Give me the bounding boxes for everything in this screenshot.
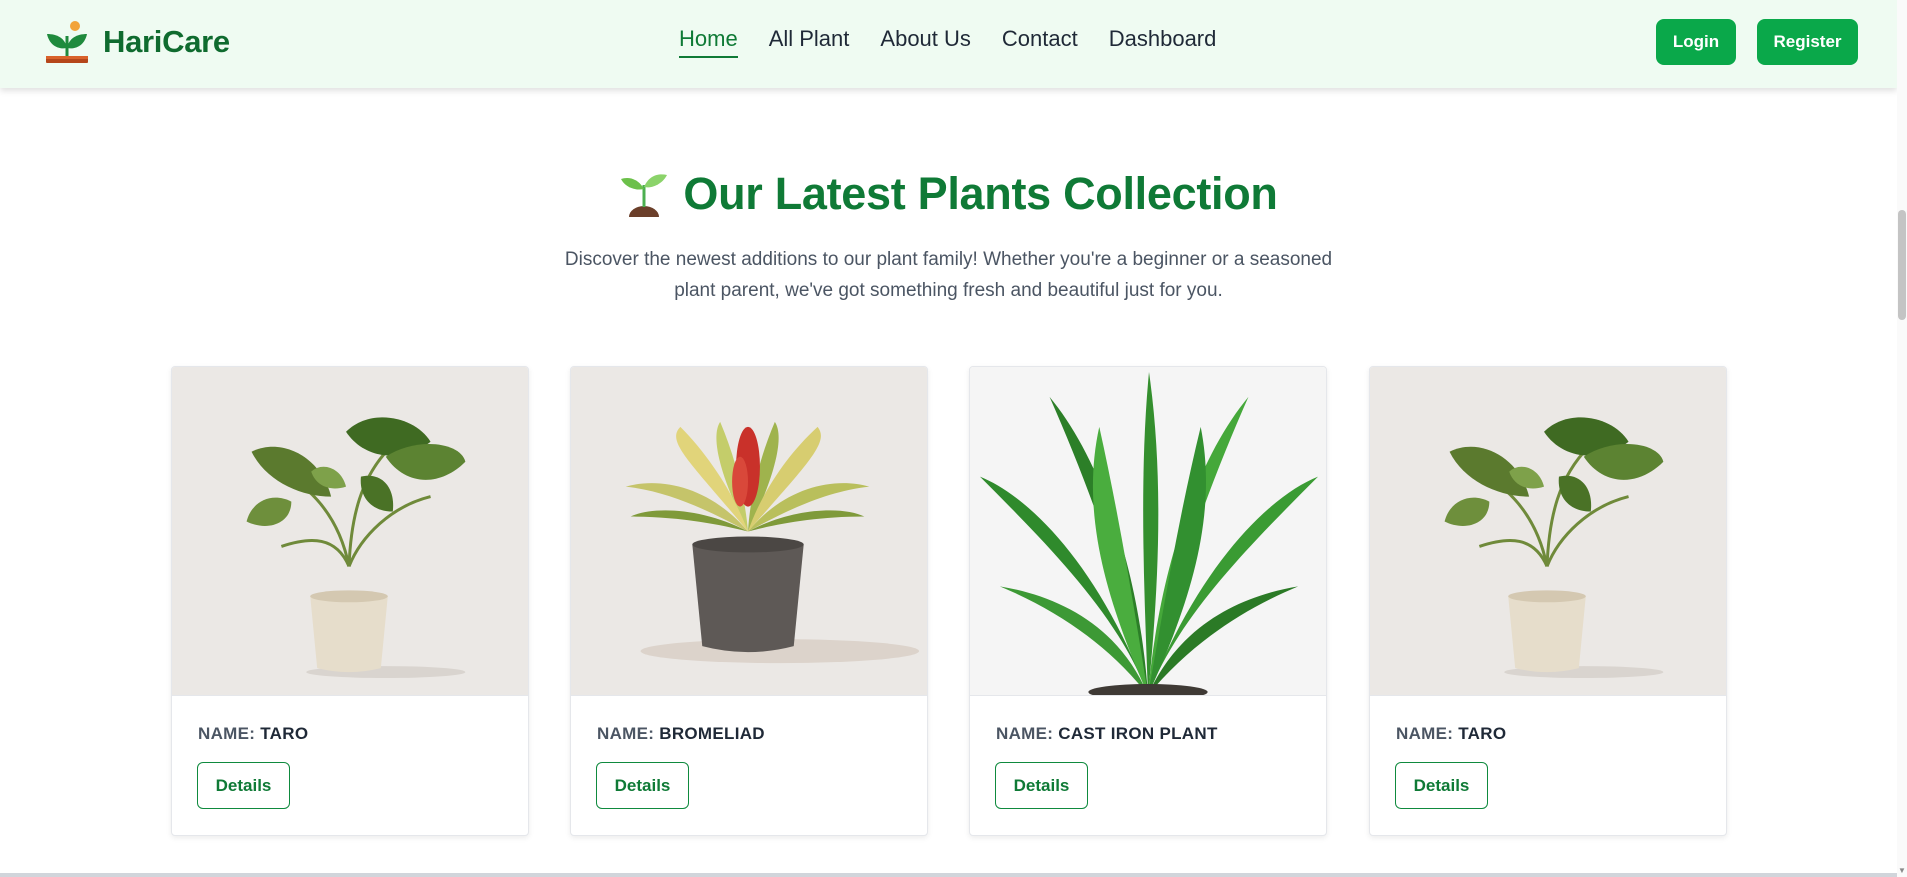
plant-name: NAME: BROMELIAD bbox=[597, 724, 765, 743]
section-title: Our Latest Plants Collection bbox=[683, 168, 1278, 219]
scrollbar[interactable]: ▼ bbox=[1897, 0, 1907, 877]
brand-name: HariCare bbox=[103, 24, 230, 59]
plant-card: NAME: BROMELIAD Details bbox=[570, 366, 928, 836]
taro-plant-image bbox=[172, 367, 528, 696]
nav-all-plant[interactable]: All Plant bbox=[769, 26, 850, 58]
details-button[interactable]: Details bbox=[995, 762, 1088, 809]
plant-sprout-icon bbox=[46, 21, 88, 63]
page-divider bbox=[0, 873, 1897, 877]
plant-card: NAME: CAST IRON PLANT Details bbox=[969, 366, 1327, 836]
section-heading: Our Latest Plants Collection bbox=[0, 168, 1897, 220]
plant-card: NAME: TARO Details bbox=[171, 366, 529, 836]
details-button[interactable]: Details bbox=[596, 762, 689, 809]
nav-dashboard[interactable]: Dashboard bbox=[1109, 26, 1217, 58]
nav-contact[interactable]: Contact bbox=[1002, 26, 1078, 58]
details-button[interactable]: Details bbox=[1395, 762, 1488, 809]
scroll-down-arrow-icon[interactable]: ▼ bbox=[1898, 867, 1906, 875]
section-description: Discover the newest additions to our pla… bbox=[564, 249, 1333, 301]
plant-name: NAME: TARO bbox=[1396, 724, 1507, 743]
login-button[interactable]: Login bbox=[1656, 19, 1736, 65]
details-button[interactable]: Details bbox=[197, 762, 290, 809]
seedling-icon bbox=[621, 174, 668, 217]
cast-iron-plant-image bbox=[970, 367, 1326, 696]
plant-name: NAME: CAST IRON PLANT bbox=[996, 724, 1218, 743]
plant-card: NAME: TARO Details bbox=[1369, 366, 1727, 836]
taro-plant-image bbox=[1370, 367, 1726, 696]
nav-about-us[interactable]: About Us bbox=[880, 26, 971, 58]
register-button[interactable]: Register bbox=[1757, 19, 1858, 65]
navbar: HariCare Home All Plant About Us Contact… bbox=[0, 0, 1897, 88]
main-nav: Home All Plant About Us Contact Dashboar… bbox=[679, 26, 1216, 58]
nav-home[interactable]: Home bbox=[679, 26, 738, 58]
scrollbar-thumb[interactable] bbox=[1898, 210, 1906, 320]
brand[interactable]: HariCare bbox=[45, 20, 230, 64]
plant-name: NAME: TARO bbox=[198, 724, 309, 743]
bromeliad-plant-image bbox=[571, 367, 927, 696]
